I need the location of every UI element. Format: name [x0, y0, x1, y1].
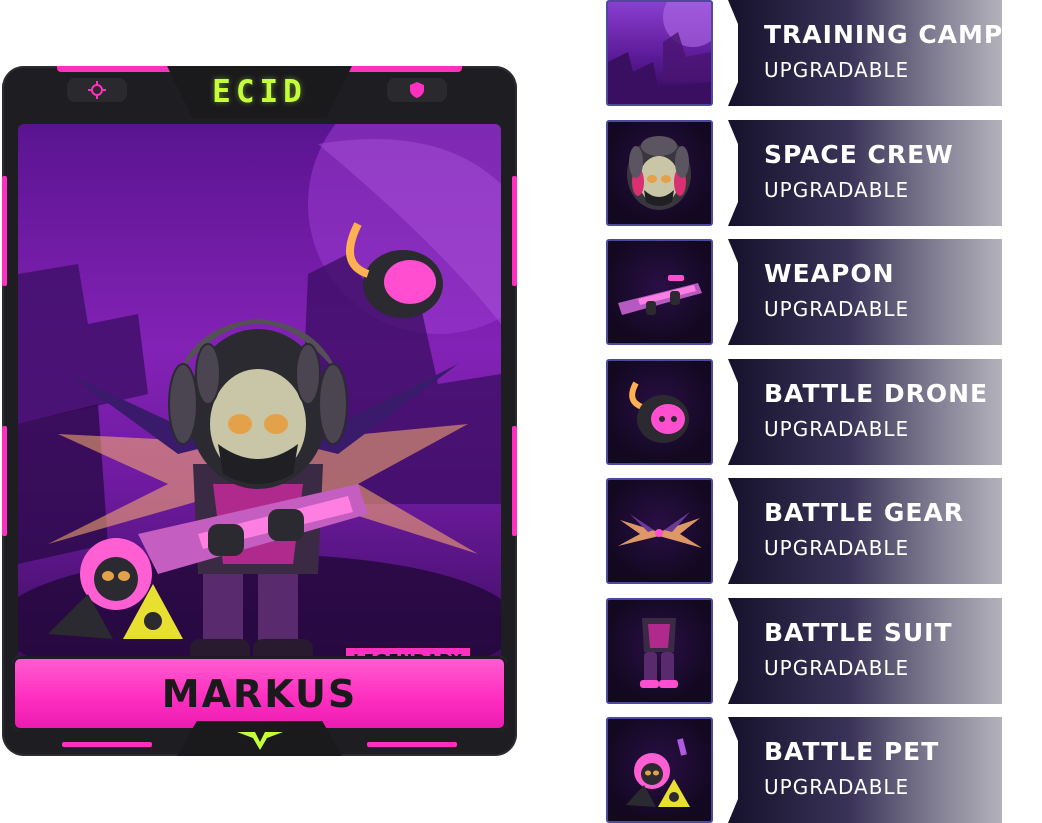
upgrade-status: UPGRADABLE: [764, 775, 910, 799]
upgrade-info-battle-pet: BATTLE PET UPGRADABLE: [724, 717, 1002, 823]
upgrade-info-battle-suit: BATTLE SUIT UPGRADABLE: [724, 598, 1002, 704]
battle-gear-icon: [606, 478, 713, 584]
card-left-accent: [2, 426, 7, 536]
chevron-icon: [724, 120, 738, 226]
upgrade-row-battle-gear[interactable]: BATTLE GEAR UPGRADABLE: [606, 478, 1006, 584]
card-right-accent: [512, 176, 517, 286]
brand-logo: ECID: [167, 66, 352, 118]
upgrade-row-battle-suit[interactable]: BATTLE SUIT UPGRADABLE: [606, 598, 1006, 704]
upgrade-title: BATTLE SUIT: [764, 618, 953, 647]
upgrade-info-weapon: WEAPON UPGRADABLE: [724, 239, 1002, 345]
card-bottom-accent: [367, 742, 457, 747]
upgrade-row-battle-pet[interactable]: BATTLE PET UPGRADABLE: [606, 717, 1006, 823]
upgrade-title: BATTLE GEAR: [764, 498, 965, 527]
chevron-icon: [724, 359, 738, 465]
upgrade-title: BATTLE PET: [764, 737, 940, 766]
brand-logo-text: ECID: [212, 74, 307, 110]
crosshair-icon: [67, 78, 127, 102]
battle-drone-icon: [606, 359, 713, 465]
card-left-accent: [2, 176, 7, 286]
training-camp-icon: [606, 0, 713, 106]
chevron-icon: [724, 478, 738, 584]
shield-icon: [387, 78, 447, 102]
upgrade-info-battle-drone: BATTLE DRONE UPGRADABLE: [724, 359, 1002, 465]
upgrade-title: BATTLE DRONE: [764, 379, 989, 408]
battle-pet-icon: [606, 717, 713, 823]
upgrade-info-training-camp: TRAINING CAMP UPGRADABLE: [724, 0, 1002, 106]
chevron-icon: [724, 239, 738, 345]
upgrade-status: UPGRADABLE: [764, 536, 910, 560]
upgrade-row-training-camp[interactable]: TRAINING CAMP UPGRADABLE: [606, 0, 1006, 106]
upgrade-title: WEAPON: [764, 259, 895, 288]
chevron-icon: [724, 598, 738, 704]
chevron-icon: [724, 717, 738, 823]
card-name-bar: MARKUS: [12, 656, 507, 731]
upgrade-status: UPGRADABLE: [764, 417, 910, 441]
upgrade-row-weapon[interactable]: WEAPON UPGRADABLE: [606, 239, 1006, 345]
upgrade-info-battle-gear: BATTLE GEAR UPGRADABLE: [724, 478, 1002, 584]
weapon-icon: [606, 239, 713, 345]
character-name: MARKUS: [161, 671, 358, 716]
upgrade-row-space-crew[interactable]: SPACE CREW UPGRADABLE: [606, 120, 1006, 226]
character-artwork: [18, 124, 501, 716]
upgrade-title: TRAINING CAMP: [764, 20, 1004, 49]
upgrade-status: UPGRADABLE: [764, 656, 910, 680]
upgrade-status: UPGRADABLE: [764, 58, 910, 82]
emblem-icon: [177, 721, 342, 756]
upgrade-status: UPGRADABLE: [764, 178, 910, 202]
battle-suit-icon: [606, 598, 713, 704]
upgrade-status: UPGRADABLE: [764, 297, 910, 321]
space-crew-icon: [606, 120, 713, 226]
upgrade-title: SPACE CREW: [764, 140, 954, 169]
card-right-accent: [512, 426, 517, 536]
upgrade-info-space-crew: SPACE CREW UPGRADABLE: [724, 120, 1002, 226]
card-bottom-accent: [62, 742, 152, 747]
upgrade-row-battle-drone[interactable]: BATTLE DRONE UPGRADABLE: [606, 359, 1006, 465]
character-card[interactable]: LEGENDARY TANKER MARKUS ECID: [2, 66, 517, 756]
chevron-icon: [724, 0, 738, 106]
